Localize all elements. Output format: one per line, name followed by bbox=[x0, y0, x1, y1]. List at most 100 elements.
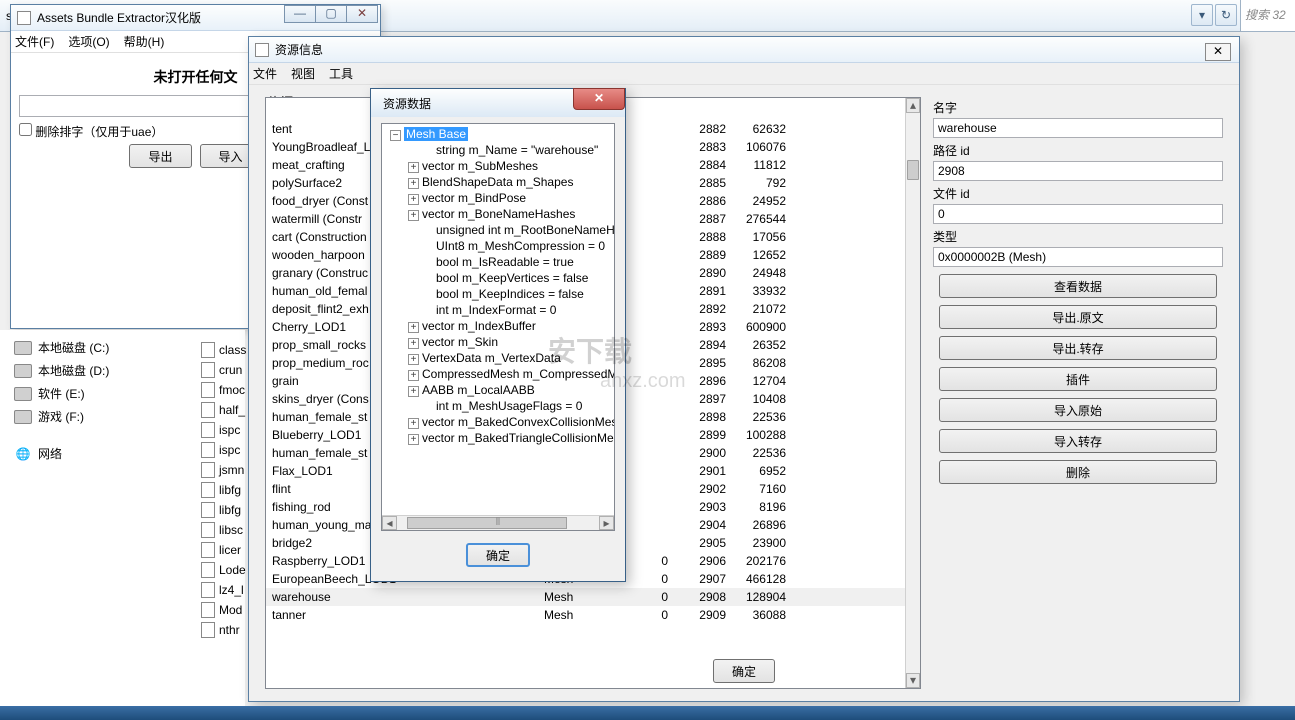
maximize-button[interactable]: ▢ bbox=[315, 5, 347, 23]
import-dump-button[interactable]: 导入转存 bbox=[939, 429, 1217, 453]
file-item[interactable]: crun bbox=[195, 360, 255, 380]
tree-node[interactable]: +vector m_BakedTriangleCollisionMes bbox=[384, 430, 612, 446]
file-item[interactable]: libfg bbox=[195, 480, 255, 500]
tree-node[interactable]: +vector m_IndexBuffer bbox=[384, 318, 612, 334]
expand-icon[interactable]: + bbox=[408, 370, 419, 381]
export-dump-button[interactable]: 导出.转存 bbox=[939, 336, 1217, 360]
close-button[interactable]: ✕ bbox=[573, 88, 625, 110]
label-name: 名字 bbox=[933, 99, 1223, 116]
tree-node[interactable]: +vector m_Skin bbox=[384, 334, 612, 350]
tree-node[interactable]: +vector m_SubMeshes bbox=[384, 158, 612, 174]
scroll-thumb[interactable] bbox=[407, 517, 567, 529]
expand-icon[interactable]: + bbox=[408, 162, 419, 173]
table-row[interactable]: tannerMesh0290936088 bbox=[266, 606, 905, 624]
file-item[interactable]: class bbox=[195, 340, 255, 360]
ok-button[interactable]: 确定 bbox=[466, 543, 530, 567]
menu-tools[interactable]: 工具 bbox=[329, 65, 353, 82]
file-icon bbox=[201, 422, 215, 438]
vertical-scrollbar[interactable]: ▴ ▾ bbox=[905, 98, 920, 688]
label-type: 类型 bbox=[933, 228, 1223, 245]
file-item[interactable]: ispc bbox=[195, 440, 255, 460]
app-icon bbox=[255, 43, 269, 57]
tree-node[interactable]: +vector m_BoneNameHashes bbox=[384, 206, 612, 222]
menu-options[interactable]: 选项(O) bbox=[68, 33, 109, 50]
close-button[interactable]: ✕ bbox=[346, 5, 378, 23]
expand-icon[interactable]: + bbox=[408, 338, 419, 349]
tree-node[interactable]: +VertexData m_VertexData bbox=[384, 350, 612, 366]
menu-bar: 文件 视图 工具 bbox=[249, 63, 1239, 85]
view-data-button[interactable]: 查看数据 bbox=[939, 274, 1217, 298]
taskbar[interactable] bbox=[0, 706, 1295, 720]
window-title: Assets Bundle Extractor汉化版 bbox=[37, 9, 201, 26]
tree-view[interactable]: −Mesh Base string m_Name = "warehouse"+v… bbox=[381, 123, 615, 531]
tree-node[interactable]: +vector m_BakedConvexCollisionMesh bbox=[384, 414, 612, 430]
value-pathid[interactable]: 2908 bbox=[933, 161, 1223, 181]
expand-icon[interactable]: + bbox=[408, 418, 419, 429]
file-item[interactable]: libfg bbox=[195, 500, 255, 520]
scroll-down-icon[interactable]: ▾ bbox=[906, 673, 920, 688]
close-button[interactable]: ✕ bbox=[1205, 43, 1231, 61]
checkbox-remove[interactable]: 删除排字（仅用于uae） bbox=[19, 125, 163, 139]
file-item[interactable]: half_ bbox=[195, 400, 255, 420]
tree-node[interactable]: bool m_KeepVertices = false bbox=[384, 270, 612, 286]
export-button[interactable]: 导出 bbox=[129, 144, 191, 168]
expand-icon[interactable]: + bbox=[408, 178, 419, 189]
tree-node[interactable]: string m_Name = "warehouse" bbox=[384, 142, 612, 158]
plugin-button[interactable]: 插件 bbox=[939, 367, 1217, 391]
tree-node[interactable]: int m_MeshUsageFlags = 0 bbox=[384, 398, 612, 414]
value-name[interactable]: warehouse bbox=[933, 118, 1223, 138]
file-item[interactable]: nthr bbox=[195, 620, 255, 640]
expand-icon[interactable]: + bbox=[408, 386, 419, 397]
file-item[interactable]: licer bbox=[195, 540, 255, 560]
horizontal-scrollbar[interactable]: ◂ ⦀ ▸ bbox=[382, 515, 614, 530]
scroll-right-icon[interactable]: ▸ bbox=[599, 516, 614, 530]
expand-icon[interactable]: + bbox=[408, 322, 419, 333]
collapse-icon[interactable]: − bbox=[390, 130, 401, 141]
menu-file[interactable]: 文件(F) bbox=[15, 33, 54, 50]
scroll-thumb[interactable] bbox=[907, 160, 919, 180]
ok-button[interactable]: 确定 bbox=[713, 659, 775, 683]
expand-icon[interactable]: + bbox=[408, 194, 419, 205]
file-icon bbox=[201, 562, 215, 578]
title-bar[interactable]: Assets Bundle Extractor汉化版 — ▢ ✕ bbox=[11, 5, 380, 31]
tree-node[interactable]: bool m_IsReadable = true bbox=[384, 254, 612, 270]
value-type[interactable]: 0x0000002B (Mesh) bbox=[933, 247, 1223, 267]
refresh-icon[interactable]: ↻ bbox=[1215, 4, 1237, 26]
drive-icon bbox=[14, 341, 32, 355]
dropdown-icon[interactable]: ▾ bbox=[1191, 4, 1213, 26]
delete-button[interactable]: 删除 bbox=[939, 460, 1217, 484]
title-bar[interactable]: 资源数据 ✕ bbox=[371, 89, 625, 117]
menu-file[interactable]: 文件 bbox=[253, 65, 277, 82]
search-input[interactable]: 搜索 32 bbox=[1240, 0, 1295, 32]
tree-node[interactable]: bool m_KeepIndices = false bbox=[384, 286, 612, 302]
value-fileid[interactable]: 0 bbox=[933, 204, 1223, 224]
tree-node[interactable]: +BlendShapeData m_Shapes bbox=[384, 174, 612, 190]
import-raw-button[interactable]: 导入原始 bbox=[939, 398, 1217, 422]
export-raw-button[interactable]: 导出.原文 bbox=[939, 305, 1217, 329]
file-item[interactable]: jsmn bbox=[195, 460, 255, 480]
tree-node[interactable]: +vector m_BindPose bbox=[384, 190, 612, 206]
expand-icon[interactable]: + bbox=[408, 434, 419, 445]
scroll-up-icon[interactable]: ▴ bbox=[906, 98, 920, 113]
tree-node[interactable]: UInt8 m_MeshCompression = 0 bbox=[384, 238, 612, 254]
tree-node[interactable]: +AABB m_LocalAABB bbox=[384, 382, 612, 398]
file-item[interactable]: libsc bbox=[195, 520, 255, 540]
file-item[interactable]: Mod bbox=[195, 600, 255, 620]
title-bar[interactable]: 资源信息 bbox=[249, 37, 1239, 63]
file-item[interactable]: Lode bbox=[195, 560, 255, 580]
minimize-button[interactable]: — bbox=[284, 5, 316, 23]
file-item[interactable]: ispc bbox=[195, 420, 255, 440]
window-title: 资源信息 bbox=[275, 41, 323, 58]
tree-node[interactable]: int m_IndexFormat = 0 bbox=[384, 302, 612, 318]
file-item[interactable]: fmoc bbox=[195, 380, 255, 400]
menu-view[interactable]: 视图 bbox=[291, 65, 315, 82]
file-item[interactable]: lz4_l bbox=[195, 580, 255, 600]
expand-icon[interactable]: + bbox=[408, 354, 419, 365]
tree-node[interactable]: +CompressedMesh m_CompressedMe bbox=[384, 366, 612, 382]
menu-help[interactable]: 帮助(H) bbox=[124, 33, 165, 50]
expand-icon[interactable]: + bbox=[408, 210, 419, 221]
tree-root[interactable]: Mesh Base bbox=[404, 127, 468, 141]
scroll-left-icon[interactable]: ◂ bbox=[382, 516, 397, 530]
tree-node[interactable]: unsigned int m_RootBoneNameHash bbox=[384, 222, 612, 238]
table-row[interactable]: warehouseMesh02908128904 bbox=[266, 588, 905, 606]
